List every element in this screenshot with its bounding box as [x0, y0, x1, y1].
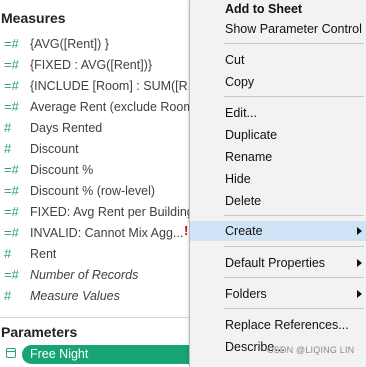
- measure-label: FIXED: Avg Rent per Building: [30, 204, 194, 219]
- measure-label: Discount: [30, 141, 79, 156]
- watermark-text: CSDN @LIQING LIN: [267, 345, 355, 355]
- measure-label: Measure Values: [30, 288, 120, 303]
- calc-measure-icon: =#: [4, 183, 19, 198]
- measure-label: {FIXED : AVG([Rent])}: [30, 57, 153, 72]
- measure-item[interactable]: =# FIXED: Avg Rent per Building: [0, 201, 195, 222]
- menu-item-folders[interactable]: Folders: [190, 284, 366, 304]
- menu-separator: [224, 308, 364, 309]
- parameter-icon: [6, 348, 16, 358]
- menu-item-cut[interactable]: Cut: [190, 50, 366, 70]
- menu-separator: [224, 246, 364, 247]
- menu-item-duplicate[interactable]: Duplicate: [190, 125, 366, 145]
- measure-icon: #: [4, 120, 12, 135]
- measure-item[interactable]: =# Number of Records: [0, 264, 195, 285]
- context-menu: Add to Sheet Show Parameter Control Cut …: [189, 0, 366, 367]
- measure-label: INVALID: Cannot Mix Agg...: [30, 225, 184, 240]
- parameter-pill[interactable]: Free Night: [22, 345, 200, 364]
- menu-item-default-properties[interactable]: Default Properties: [190, 253, 366, 273]
- measure-label: Discount %: [30, 162, 94, 177]
- menu-item-replace-references[interactable]: Replace References...: [190, 315, 366, 335]
- submenu-arrow-icon: [357, 290, 362, 298]
- menu-separator: [224, 215, 364, 216]
- measures-section-title: Measures: [1, 10, 66, 26]
- parameters-section-title: Parameters: [1, 324, 78, 340]
- menu-item-create[interactable]: Create: [190, 221, 366, 241]
- measure-item[interactable]: =# {AVG([Rent]) }: [0, 33, 195, 54]
- measure-label: {INCLUDE [Room] : SUM([R...: [30, 78, 195, 93]
- measure-label: Discount % (row-level): [30, 183, 156, 198]
- measure-item[interactable]: # Discount: [0, 138, 195, 159]
- parameter-item[interactable]: Free Night: [0, 344, 200, 366]
- menu-separator: [224, 96, 364, 97]
- measure-label: Days Rented: [30, 120, 103, 135]
- menu-separator: [224, 277, 364, 278]
- menu-item-rename[interactable]: Rename: [190, 147, 366, 167]
- menu-item-copy[interactable]: Copy: [190, 72, 366, 92]
- measure-icon: #: [4, 288, 12, 303]
- menu-item-add-to-sheet[interactable]: Add to Sheet: [190, 0, 366, 19]
- section-divider: [0, 317, 200, 318]
- menu-item-edit[interactable]: Edit...: [190, 103, 366, 123]
- measure-label: Average Rent (exclude Room: [30, 99, 194, 114]
- calc-measure-icon: =#: [4, 204, 19, 219]
- calc-measure-icon: =#: [4, 225, 19, 240]
- measure-item[interactable]: =# {FIXED : AVG([Rent])}: [0, 54, 195, 75]
- measure-item[interactable]: =# Discount % (row-level): [0, 180, 195, 201]
- menu-item-label: Default Properties: [225, 256, 326, 270]
- menu-item-hide[interactable]: Hide: [190, 169, 366, 189]
- measure-item[interactable]: # Measure Values: [0, 285, 195, 306]
- menu-item-delete[interactable]: Delete: [190, 191, 366, 211]
- menu-item-label: Create: [225, 224, 263, 238]
- measure-item[interactable]: # Days Rented: [0, 117, 195, 138]
- submenu-arrow-icon: [357, 259, 362, 267]
- measure-item[interactable]: =# Average Rent (exclude Room: [0, 96, 195, 117]
- measure-label: Rent: [30, 246, 57, 261]
- submenu-arrow-icon: [357, 227, 362, 235]
- calc-measure-icon: =#: [4, 57, 19, 72]
- measure-icon: =#: [4, 267, 19, 282]
- menu-item-label: Folders: [225, 287, 267, 301]
- error-icon: !: [184, 223, 189, 238]
- calc-measure-icon: =#: [4, 78, 19, 93]
- measure-icon: #: [4, 246, 12, 261]
- measure-item[interactable]: =# {INCLUDE [Room] : SUM([R...: [0, 75, 195, 96]
- measure-icon: #: [4, 141, 12, 156]
- measure-item[interactable]: # Rent: [0, 243, 195, 264]
- menu-separator: [224, 43, 364, 44]
- measure-label: Number of Records: [30, 267, 139, 282]
- calc-measure-icon: =#: [4, 36, 19, 51]
- calc-measure-icon: =#: [4, 99, 19, 114]
- measure-label: {AVG([Rent]) }: [30, 36, 109, 51]
- measure-item[interactable]: =# Discount %: [0, 159, 195, 180]
- measure-item[interactable]: =# INVALID: Cannot Mix Agg...: [0, 222, 195, 243]
- menu-item-show-parameter-control[interactable]: Show Parameter Control: [190, 19, 366, 39]
- calc-measure-icon: =#: [4, 162, 19, 177]
